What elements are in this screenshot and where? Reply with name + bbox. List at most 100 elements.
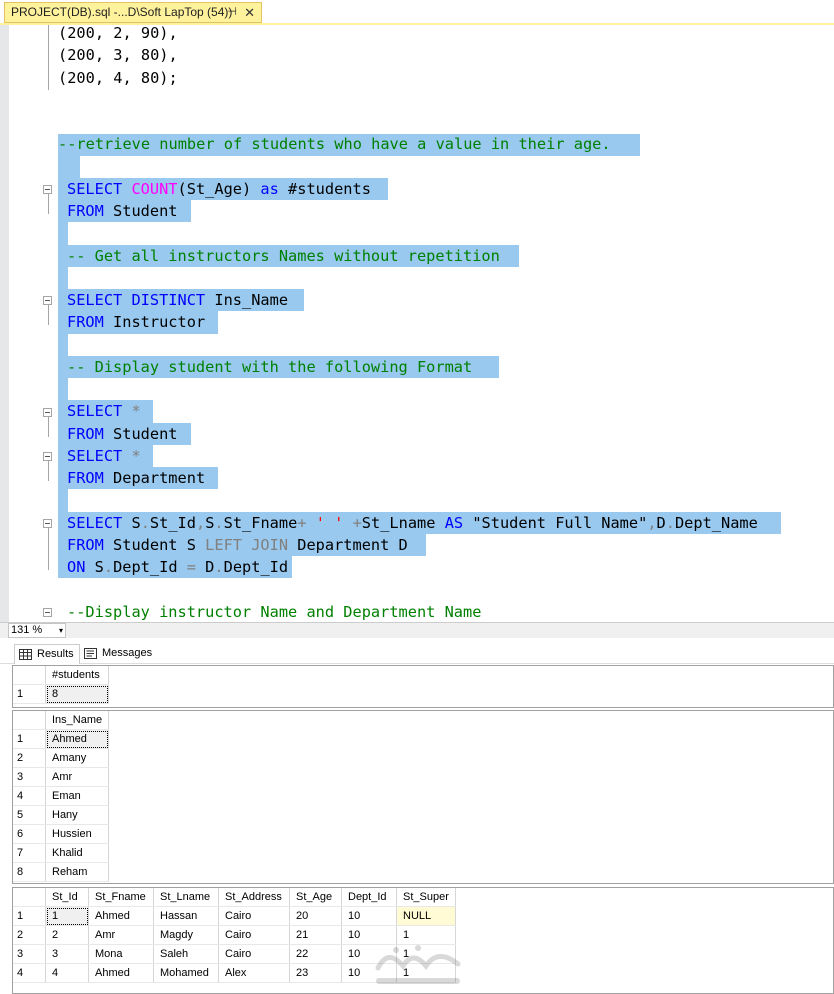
row-number: 6 bbox=[13, 824, 46, 844]
grid-cell[interactable]: 1 bbox=[396, 925, 456, 945]
grid-cell[interactable]: Hany bbox=[45, 805, 109, 825]
grid-cell[interactable]: Magdy bbox=[153, 925, 219, 945]
table-row[interactable]: 3 Amr bbox=[13, 767, 109, 787]
grid-icon bbox=[19, 648, 32, 660]
grid-cell[interactable]: 10 bbox=[341, 963, 397, 983]
chevron-down-icon[interactable]: ▾ bbox=[59, 624, 63, 637]
table-row[interactable]: 5 Hany bbox=[13, 805, 109, 825]
table-row[interactable]: 4 4 Ahmed Mohamed Alex 23 10 1 bbox=[13, 963, 456, 983]
collapse-toggle-icon[interactable] bbox=[43, 408, 52, 417]
collapse-toggle-icon[interactable] bbox=[43, 296, 52, 305]
pin-icon[interactable]: ⊣ bbox=[227, 3, 237, 22]
grid-cell[interactable]: Khalid bbox=[45, 843, 109, 863]
grid-cell[interactable]: Cairo bbox=[218, 944, 290, 964]
grid-header-row: #students bbox=[13, 666, 109, 685]
query-editor[interactable]: (200, 2, 90), (200, 3, 80), (200, 4, 80)… bbox=[0, 25, 834, 622]
code-line: (200, 3, 80), bbox=[58, 46, 178, 64]
column-header[interactable]: St_Age bbox=[289, 888, 342, 907]
table-row[interactable]: 1 8 bbox=[13, 684, 109, 704]
grid-cell[interactable]: 8 bbox=[45, 684, 109, 704]
grid-cell[interactable]: Mona bbox=[88, 944, 154, 964]
table-row[interactable]: 8 Reham bbox=[13, 862, 109, 882]
row-number: 2 bbox=[13, 748, 46, 768]
grid-cell[interactable]: 1 bbox=[396, 944, 456, 964]
outline-line bbox=[48, 461, 49, 481]
column-header[interactable]: St_Super bbox=[396, 888, 456, 907]
grid-cell[interactable]: Cairo bbox=[218, 925, 290, 945]
zoom-select[interactable]: 131 % ▾ bbox=[8, 623, 66, 638]
table-row[interactable]: 1 1 Ahmed Hassan Cairo 20 10 NULL bbox=[13, 906, 456, 926]
grid-cell[interactable]: 20 bbox=[289, 906, 342, 926]
table-row[interactable]: 2 Amany bbox=[13, 748, 109, 768]
code-line: FROM Department bbox=[67, 469, 206, 487]
collapse-toggle-icon[interactable] bbox=[43, 519, 52, 528]
grid-cell[interactable]: Ahmed bbox=[45, 729, 109, 749]
code-line: SELECT * bbox=[67, 402, 141, 420]
grid-cell[interactable]: 1 bbox=[45, 906, 89, 926]
grid-cell[interactable]: 10 bbox=[341, 925, 397, 945]
collapse-toggle-icon[interactable] bbox=[43, 452, 52, 461]
code-line: ON S.Dept_Id = D.Dept_Id bbox=[67, 558, 289, 576]
code-line: SELECT S.St_Id,S.St_Fname+ ' ' +St_Lname… bbox=[67, 514, 758, 532]
grid-cell[interactable]: 3 bbox=[45, 944, 89, 964]
code-line: SELECT DISTINCT Ins_Name bbox=[67, 291, 289, 309]
grid-cell[interactable]: 10 bbox=[341, 906, 397, 926]
column-header[interactable]: St_Lname bbox=[153, 888, 219, 907]
grid-cell[interactable]: NULL bbox=[396, 906, 456, 926]
table-row[interactable]: 1 Ahmed bbox=[13, 729, 109, 749]
grid-header-row: St_Id St_Fname St_Lname St_Address St_Ag… bbox=[13, 888, 456, 907]
grid-cell[interactable]: 1 bbox=[396, 963, 456, 983]
code-line: (200, 4, 80); bbox=[58, 69, 178, 87]
outline-line bbox=[48, 528, 49, 570]
grid-cell[interactable]: Mohamed bbox=[153, 963, 219, 983]
table-row[interactable]: 7 Khalid bbox=[13, 843, 109, 863]
collapse-toggle-icon[interactable] bbox=[43, 185, 52, 194]
column-header[interactable]: #students bbox=[45, 666, 109, 685]
grid-cell[interactable]: Amr bbox=[88, 925, 154, 945]
grid-cell[interactable]: Reham bbox=[45, 862, 109, 882]
selection-highlight bbox=[58, 267, 68, 289]
grid-cell[interactable]: Hassan bbox=[153, 906, 219, 926]
grid-cell[interactable]: Ahmed bbox=[88, 963, 154, 983]
code-comment: --retrieve number of students who have a… bbox=[58, 135, 611, 153]
grid-cell[interactable]: 2 bbox=[45, 925, 89, 945]
table-row[interactable]: 3 3 Mona Saleh Cairo 22 10 1 bbox=[13, 944, 456, 964]
table-row[interactable]: 6 Hussien bbox=[13, 824, 109, 844]
code-comment: --Display instructor Name and Department… bbox=[67, 603, 482, 621]
results-grid-instructors[interactable]: Ins_Name 1 Ahmed 2 Amany 3 Amr 4 Eman 5 Hany … bbox=[12, 710, 834, 884]
grid-cell[interactable]: Ahmed bbox=[88, 906, 154, 926]
code-line: FROM Student bbox=[67, 425, 178, 443]
results-grid-count[interactable]: #students 1 8 bbox=[12, 665, 834, 708]
grid-cell[interactable]: Cairo bbox=[218, 906, 290, 926]
column-header[interactable]: St_Address bbox=[218, 888, 290, 907]
grid-cell[interactable]: 22 bbox=[289, 944, 342, 964]
row-number: 1 bbox=[13, 906, 46, 926]
zoom-bar: 131 % ▾ bbox=[0, 622, 834, 638]
grid-cell[interactable]: 4 bbox=[45, 963, 89, 983]
column-header[interactable]: St_Id bbox=[45, 888, 89, 907]
tab-messages[interactable]: Messages bbox=[84, 644, 152, 664]
grid-cell[interactable]: Amr bbox=[45, 767, 109, 787]
tab-results[interactable]: Results bbox=[14, 644, 80, 664]
results-grid-students[interactable]: St_Id St_Fname St_Lname St_Address St_Ag… bbox=[12, 887, 834, 994]
table-row[interactable]: 4 Eman bbox=[13, 786, 109, 806]
grid-cell[interactable]: 10 bbox=[341, 944, 397, 964]
tab-results-label: Results bbox=[37, 648, 74, 660]
table-row[interactable]: 2 2 Amr Magdy Cairo 21 10 1 bbox=[13, 925, 456, 945]
grid-cell[interactable]: Alex bbox=[218, 963, 290, 983]
zoom-value: 131 % bbox=[11, 624, 43, 636]
grid-cell[interactable]: Amany bbox=[45, 748, 109, 768]
grid-cell[interactable]: Saleh bbox=[153, 944, 219, 964]
row-number: 5 bbox=[13, 805, 46, 825]
collapse-toggle-icon[interactable] bbox=[43, 608, 52, 617]
grid-cell[interactable]: Hussien bbox=[45, 824, 109, 844]
grid-cell[interactable]: Eman bbox=[45, 786, 109, 806]
column-header[interactable]: St_Fname bbox=[88, 888, 154, 907]
close-icon[interactable]: ✕ bbox=[244, 3, 255, 22]
row-number-header bbox=[13, 666, 46, 685]
grid-cell[interactable]: 23 bbox=[289, 963, 342, 983]
column-header[interactable]: Ins_Name bbox=[45, 711, 109, 730]
grid-cell[interactable]: 21 bbox=[289, 925, 342, 945]
document-tab[interactable]: PROJECT(DB).sql -...D\Soft LapTop (54)) … bbox=[4, 2, 262, 23]
column-header[interactable]: Dept_Id bbox=[341, 888, 397, 907]
